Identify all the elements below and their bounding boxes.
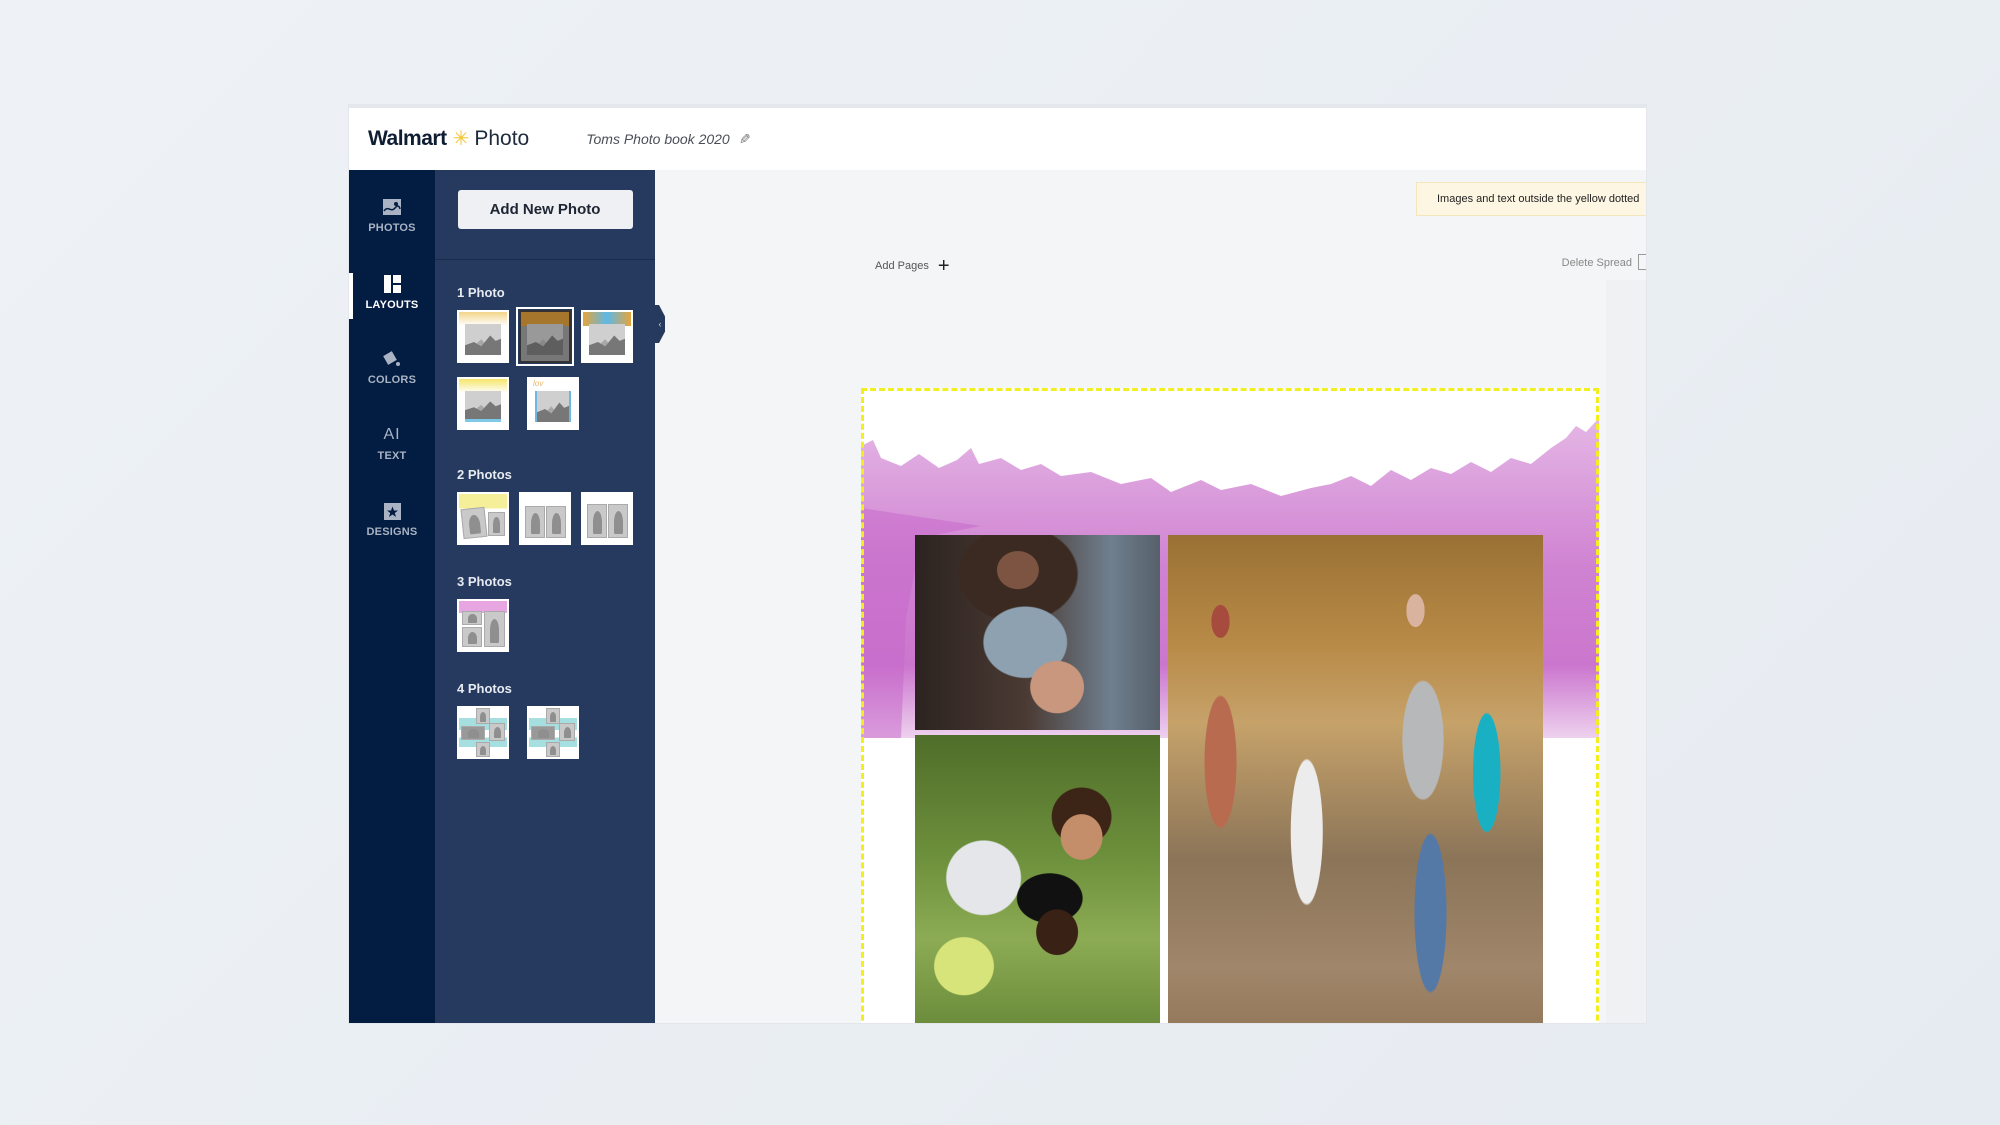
layouts-panel: Add New Photo 1 Photo lov 2 Photos 3 Pho… [435,170,655,1023]
top-header: Walmart ✳ Photo Toms Photo book 2020 ✎ [349,105,1646,170]
pencil-edit-icon[interactable]: ✎ [739,131,751,148]
paint-bucket-icon [383,348,401,370]
delete-spread-button[interactable]: Delete Spread [1562,257,1632,269]
photos-icon [383,196,401,218]
text-icon: AI [383,426,401,443]
layout-thumb[interactable] [457,310,509,363]
canvas-gutter [1606,280,1646,1023]
layout-thumb[interactable] [457,377,509,430]
rail-label-layouts: LAYOUTS [365,299,419,311]
photo-book-page[interactable] [861,388,1599,1023]
photo-family-walking-autumn-park[interactable] [1168,535,1543,1023]
photo-book-editor: Walmart ✳ Photo Toms Photo book 2020 ✎ P… [349,105,1646,1023]
section-title: 3 Photos [457,574,512,589]
plus-icon: + [937,255,950,277]
section-4-photos: 4 Photos [457,681,647,759]
rail-label-colors: COLORS [367,374,417,386]
photo-mother-with-newborn[interactable] [915,535,1160,730]
safe-zone-notice: Images and text outside the yellow dotte… [1416,182,1646,216]
section-title: 2 Photos [457,467,512,482]
add-pages-button[interactable]: Add Pages + [875,256,950,276]
project-title-text: Toms Photo book 2020 [586,131,730,147]
rail-label-text: TEXT [377,450,407,462]
layouts-icon [383,273,401,295]
rail-label-photos: PHOTOS [368,222,416,234]
add-new-photo-button[interactable]: Add New Photo [457,190,633,229]
rail-item-colors[interactable]: COLORS [349,348,435,408]
section-title: 1 Photo [457,285,505,300]
layout-thumb-selected[interactable] [516,307,574,366]
add-pages-label: Add Pages [875,260,929,272]
layout-thumb[interactable] [581,310,633,363]
layout-thumb[interactable] [581,492,633,545]
brand-name: Walmart [368,127,447,150]
layout-thumb[interactable] [457,599,509,652]
brand-logo[interactable]: Walmart ✳ Photo [368,127,529,151]
rail-item-designs[interactable]: DESIGNS [349,500,435,560]
canvas-area: Images and text outside the yellow dotte… [655,170,1646,1023]
project-title[interactable]: Toms Photo book 2020 ✎ [586,131,750,148]
layout-thumb[interactable] [457,492,509,545]
tool-rail: PHOTOS LAYOUTS COLORS AI TEXT DESIGNS [349,170,435,1023]
section-1-photo: 1 Photo lov [457,285,647,430]
section-title: 4 Photos [457,681,512,696]
layout-thumb[interactable] [519,492,571,545]
layout-thumb[interactable] [457,706,509,759]
rail-item-layouts[interactable]: LAYOUTS [349,273,435,333]
rail-item-text[interactable]: AI TEXT [349,424,435,484]
rail-item-photos[interactable]: PHOTOS [349,196,435,256]
layout-thumb[interactable]: lov [527,377,579,430]
layout-thumb[interactable] [527,706,579,759]
section-2-photos: 2 Photos [457,467,647,545]
trash-icon[interactable] [1638,254,1646,270]
photo-two-children-on-grass[interactable] [915,735,1160,1023]
star-box-icon [383,500,401,522]
rail-label-designs: DESIGNS [366,526,418,538]
chevron-left-icon: ‹ [658,319,662,329]
walmart-spark-icon: ✳ [452,128,470,150]
panel-top: Add New Photo [435,170,655,260]
brand-product: Photo [474,127,530,150]
section-3-photos: 3 Photos [457,574,647,652]
